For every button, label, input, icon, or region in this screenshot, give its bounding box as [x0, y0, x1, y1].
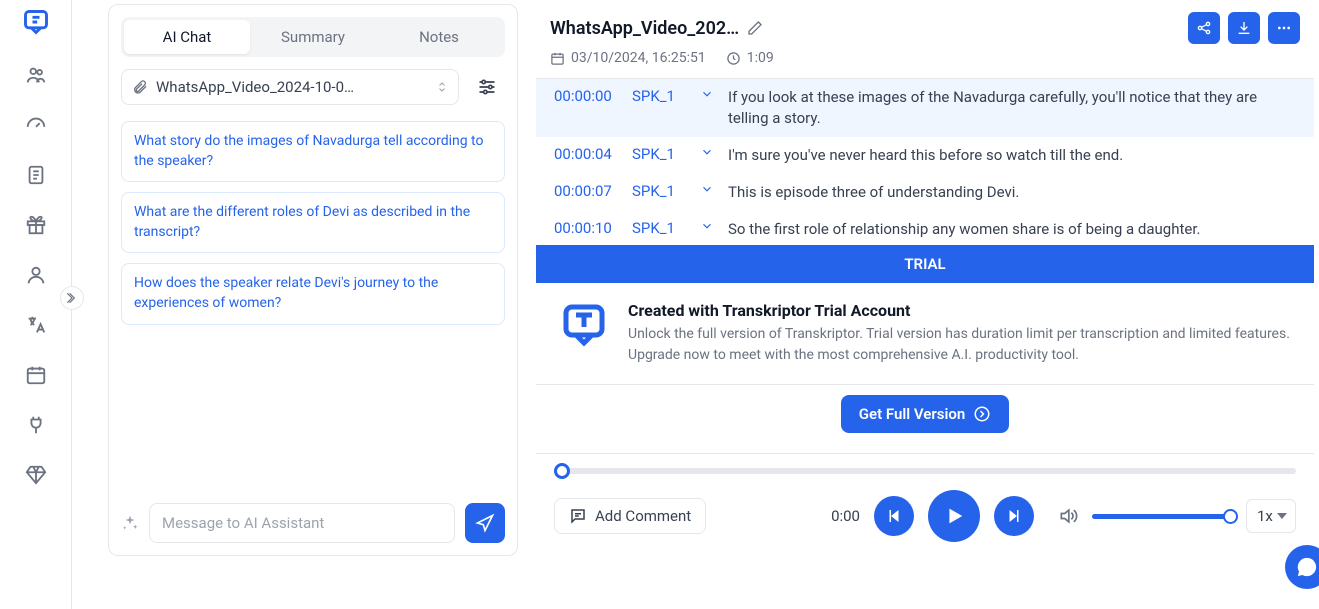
header-actions [1188, 12, 1300, 44]
transkriptor-logo-icon [560, 301, 608, 349]
transcript-row[interactable]: 00:00:04 SPK_1 I'm sure you've never hea… [536, 137, 1314, 174]
suggestion-item[interactable]: What story do the images of Navadurga te… [121, 121, 505, 182]
skip-back-icon [885, 507, 903, 525]
sparkle-icon [121, 514, 139, 532]
send-button[interactable] [465, 503, 505, 543]
transcript-time[interactable]: 00:00:04 [554, 145, 618, 163]
transcript-header: WhatsApp_Video_202… [536, 4, 1314, 44]
transcript-time[interactable]: 00:00:00 [554, 87, 618, 105]
more-icon [1276, 20, 1292, 36]
filter-button[interactable] [469, 69, 505, 105]
share-button[interactable] [1188, 12, 1220, 44]
chat-bubble-icon [1296, 556, 1318, 578]
get-full-version-button[interactable]: Get Full Version [841, 395, 1009, 433]
add-comment-button[interactable]: Add Comment [554, 498, 706, 534]
transcript-speaker[interactable]: SPK_1 [632, 87, 686, 105]
transcript-row[interactable]: 00:00:00 SPK_1 If you look at these imag… [536, 79, 1314, 137]
transcript-speaker[interactable]: SPK_1 [632, 219, 686, 237]
trial-title: Created with Transkriptor Trial Account [628, 301, 1290, 320]
full-version-wrap: Get Full Version [536, 385, 1314, 453]
play-icon [943, 505, 965, 527]
tab-ai-chat[interactable]: AI Chat [124, 20, 250, 54]
file-title: WhatsApp_Video_202… [550, 18, 739, 39]
chat-tabs: AI Chat Summary Notes [121, 17, 505, 57]
transcript-row[interactable]: 00:00:07 SPK_1 This is episode three of … [536, 174, 1314, 211]
transcript-meta: 03/10/2024, 16:25:51 1:09 [536, 44, 1314, 78]
time-display: 0:00 [831, 507, 860, 525]
gift-icon[interactable] [25, 214, 47, 236]
chat-input[interactable] [149, 503, 455, 543]
volume-thumb[interactable] [1223, 509, 1238, 524]
transcript-time[interactable]: 00:00:07 [554, 182, 618, 200]
file-selector[interactable]: WhatsApp_Video_2024-10-0… [121, 69, 459, 105]
clock-icon [726, 51, 741, 66]
download-button[interactable] [1228, 12, 1260, 44]
plug-icon[interactable] [25, 414, 47, 436]
suggestion-item[interactable]: How does the speaker relate Devi's journ… [121, 263, 505, 324]
calendar-icon[interactable] [25, 364, 47, 386]
chevron-down-icon[interactable] [700, 87, 714, 101]
tab-notes[interactable]: Notes [376, 20, 502, 54]
speed-select[interactable]: 1x [1246, 499, 1296, 533]
progress-thumb[interactable] [554, 463, 570, 479]
chat-input-row [109, 491, 517, 555]
transcript-row[interactable]: 00:00:10 SPK_1 So the first role of rela… [536, 211, 1314, 245]
progress-bar[interactable] [554, 468, 1296, 474]
more-button[interactable] [1268, 12, 1300, 44]
download-icon [1236, 20, 1252, 36]
diamond-icon[interactable] [25, 464, 47, 486]
arrow-circle-icon [973, 405, 991, 423]
volume-icon[interactable] [1058, 506, 1078, 526]
people-icon[interactable] [25, 64, 47, 86]
ai-chat-panel: AI Chat Summary Notes WhatsApp_Video_202… [108, 4, 518, 556]
file-selector-row: WhatsApp_Video_2024-10-0… [121, 69, 505, 105]
transcript-speaker[interactable]: SPK_1 [632, 182, 686, 200]
previous-button[interactable] [874, 496, 914, 536]
send-icon [475, 513, 495, 533]
trial-body: Unlock the full version of Transkriptor.… [628, 324, 1290, 366]
audio-player: Add Comment 0:00 1x [536, 453, 1314, 556]
meta-date: 03/10/2024, 16:25:51 [550, 50, 706, 66]
help-bubble[interactable] [1285, 545, 1319, 589]
volume-slider[interactable] [1092, 514, 1232, 519]
transcript-panel: WhatsApp_Video_202… 03/10/2024, 16:25:51… [536, 4, 1314, 556]
play-button[interactable] [928, 490, 980, 542]
transcript-text[interactable]: This is episode three of understanding D… [728, 182, 1296, 203]
chevron-down-icon[interactable] [700, 219, 714, 233]
sidebar-collapse-button[interactable] [60, 286, 84, 310]
trial-box: Created with Transkriptor Trial Account … [536, 283, 1314, 385]
document-icon[interactable] [25, 164, 47, 186]
comment-icon [569, 507, 587, 525]
gauge-icon[interactable] [25, 114, 47, 136]
calendar-small-icon [550, 51, 565, 66]
chevron-down-icon[interactable] [700, 182, 714, 196]
transcript-time[interactable]: 00:00:10 [554, 219, 618, 237]
meta-duration: 1:09 [726, 50, 774, 66]
skip-forward-icon [1005, 507, 1023, 525]
transcript-list[interactable]: 00:00:00 SPK_1 If you look at these imag… [536, 78, 1314, 245]
player-controls: Add Comment 0:00 1x [554, 490, 1296, 542]
share-icon [1196, 20, 1212, 36]
paperclip-icon [132, 79, 148, 95]
edit-icon[interactable] [747, 20, 763, 36]
transcript-text[interactable]: So the first role of relationship any wo… [728, 219, 1296, 240]
suggestion-list: What story do the images of Navadurga te… [121, 121, 505, 325]
transcript-speaker[interactable]: SPK_1 [632, 145, 686, 163]
chevron-updown-icon [436, 79, 448, 95]
next-button[interactable] [994, 496, 1034, 536]
chevron-down-icon[interactable] [700, 145, 714, 159]
sliders-icon [477, 77, 497, 97]
translate-icon[interactable] [25, 314, 47, 336]
transcript-text[interactable]: I'm sure you've never heard this before … [728, 145, 1296, 166]
chevron-right-icon [65, 291, 79, 305]
transcript-text[interactable]: If you look at these images of the Navad… [728, 87, 1296, 129]
suggestion-item[interactable]: What are the different roles of Devi as … [121, 192, 505, 253]
trial-banner: TRIAL [536, 245, 1314, 283]
file-name: WhatsApp_Video_2024-10-0… [156, 78, 428, 96]
trial-text: Created with Transkriptor Trial Account … [628, 301, 1290, 366]
tab-summary[interactable]: Summary [250, 20, 376, 54]
app-logo-icon [22, 8, 50, 36]
user-icon[interactable] [25, 264, 47, 286]
